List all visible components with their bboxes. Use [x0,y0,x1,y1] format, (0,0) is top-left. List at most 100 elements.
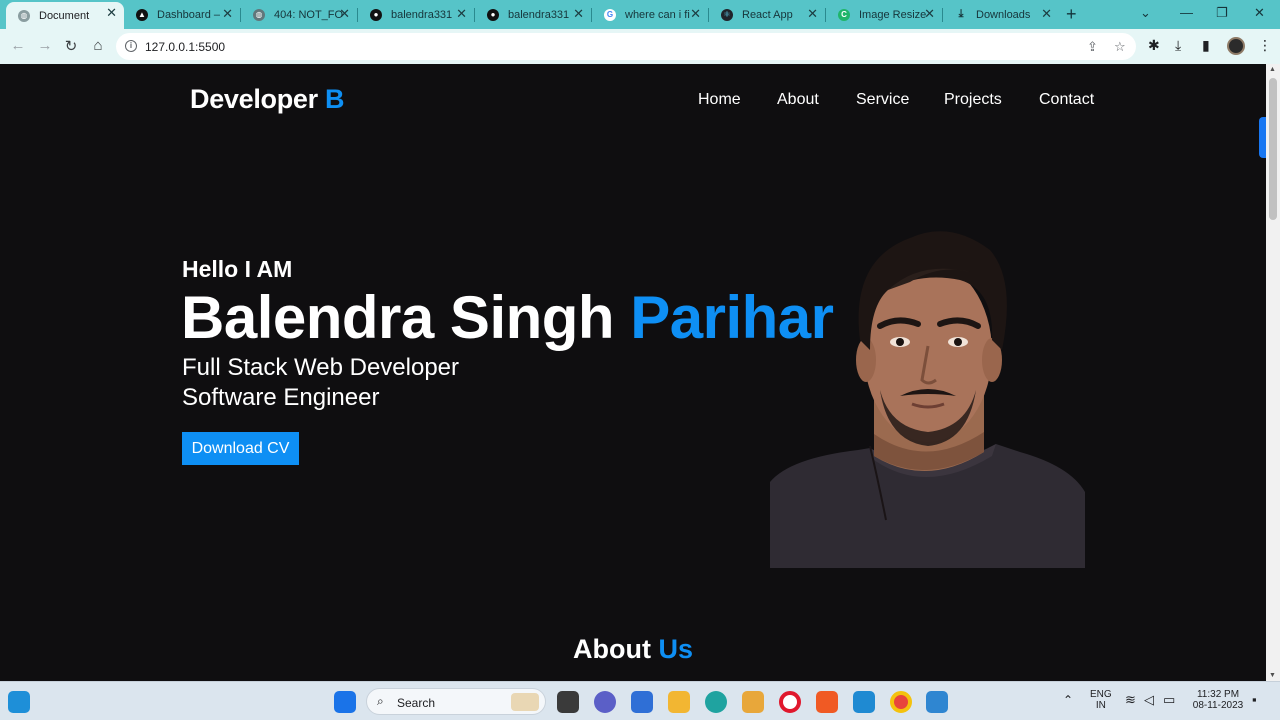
tab-react-app[interactable]: ⚛ React App ✕ [709,3,825,26]
share-icon[interactable]: ⇪ [1087,39,1098,55]
c-logo-icon: C [838,8,850,21]
hero-role: Full Stack Web Developer [182,354,460,381]
site-info-icon[interactable]: i [125,40,137,52]
github-icon: ● [370,8,382,21]
tab-google-search[interactable]: G where can i fi ✕ [592,3,708,26]
search-icon: ⌕ [377,694,384,708]
globe-icon: ◍ [18,9,30,22]
close-icon[interactable]: ✕ [222,6,233,22]
reload-icon[interactable]: ↻ [62,37,80,55]
start-windows-icon[interactable] [334,691,356,713]
taskbar-search-box[interactable]: ⌕ Search [366,688,546,715]
window-close-icon[interactable]: ✕ [1254,5,1265,21]
photos-icon[interactable] [926,691,948,713]
tab-search-icon[interactable]: ⌄ [1140,5,1151,21]
hero-role: Software Engineer [182,384,380,411]
task-view-icon[interactable] [557,691,579,713]
tab-title: React App [742,8,793,21]
download-cv-button[interactable]: Download CV [182,432,299,465]
browser-tab-strip: ◍ Document ✕ ▲ Dashboard – ✕ ◍ 404: NOT_… [0,0,1280,29]
address-bar[interactable]: i 127.0.0.1:5500 ⇪ ☆ [116,33,1136,60]
tab-title: Document [39,9,90,22]
hero-name-main: Balendra Singh [181,284,631,351]
extensions-icon[interactable]: ✱ [1148,37,1160,54]
close-icon[interactable]: ✕ [456,6,467,22]
tab-404[interactable]: ◍ 404: NOT_FO ✕ [241,3,357,26]
volume-icon[interactable]: ◁ [1144,692,1154,708]
tab-dashboard[interactable]: ▲ Dashboard – ✕ [124,3,240,26]
profile-avatar[interactable] [1227,37,1245,55]
react-icon: ⚛ [721,8,733,21]
tray-chevron-icon[interactable]: ⌃ [1063,693,1073,707]
tab-title: balendra331 [508,8,570,21]
minimize-icon[interactable]: — [1180,5,1193,20]
tab-github-1[interactable]: ● balendra331 ✕ [358,3,474,26]
tab-image-resize[interactable]: C Image Resize ✕ [826,3,942,26]
windows-taskbar: ⌕ Search ⌃ ENG IN ≋ ◁ ▭ 11:32 PM 08-11-2… [0,681,1280,720]
search-highlight-icon [511,693,539,711]
folder-app-icon[interactable] [742,691,764,713]
clock[interactable]: 11:32 PM 08-11-2023 [1190,689,1246,711]
home-icon[interactable]: ⌂ [89,37,107,54]
about-heading-main: About [573,634,659,664]
github-icon: ● [487,8,499,21]
hero-name: Balendra Singh Parihar [181,283,834,352]
google-icon: G [604,8,616,21]
url-text[interactable]: 127.0.0.1:5500 [145,40,225,54]
chrome-icon[interactable] [890,691,912,713]
close-icon[interactable]: ✕ [106,5,117,21]
opera-icon[interactable] [779,691,801,713]
about-heading-accent: Us [658,634,693,664]
browser-toolbar: ← → ↻ ⌂ i 127.0.0.1:5500 ⇪ ☆ ✱ ⤓ ▮ ⋮ [0,29,1280,64]
chat-icon[interactable] [594,691,616,713]
scroll-up-arrow-icon[interactable]: ▲ [1269,66,1276,73]
nav-projects[interactable]: Projects [944,91,1002,109]
close-icon[interactable]: ✕ [1041,6,1052,22]
tab-downloads[interactable]: ⤓ Downloads ✕ [943,3,1059,26]
tab-title: Image Resize [859,8,927,21]
search-label: Search [397,696,436,710]
file-explorer-icon[interactable] [668,691,690,713]
input-language[interactable]: ENG IN [1090,689,1112,711]
close-icon[interactable]: ✕ [573,6,584,22]
edge-browser-icon[interactable] [705,691,727,713]
profile-photo [770,231,1085,568]
new-tab-icon[interactable]: + [1066,4,1077,25]
tab-github-2[interactable]: ● balendra331 ✕ [475,3,591,26]
download-icon: ⤓ [958,8,964,20]
close-icon[interactable]: ✕ [690,6,701,22]
maximize-icon[interactable]: ❐ [1216,5,1228,21]
nav-about[interactable]: About [777,91,819,109]
store-icon[interactable] [631,691,653,713]
close-icon[interactable]: ✕ [924,6,935,22]
battery-icon[interactable]: ▭ [1163,692,1175,708]
nav-home[interactable]: Home [698,91,741,109]
vscode-icon[interactable] [853,691,875,713]
tab-title: where can i fi [625,8,690,21]
downloads-icon[interactable]: ⤓ [1175,37,1181,54]
webpage-viewport: Developer B Home About Service Projects … [0,64,1266,681]
nav-service[interactable]: Service [856,91,909,109]
tab-document[interactable]: ◍ Document ✕ [6,2,124,29]
close-icon[interactable]: ✕ [807,6,818,22]
back-icon[interactable]: ← [9,37,27,54]
widgets-icon[interactable] [8,691,30,713]
tab-title: Dashboard – [157,8,220,21]
brave-icon[interactable] [816,691,838,713]
menu-icon[interactable]: ⋮ [1258,37,1272,54]
region-code: IN [1095,700,1106,711]
scrollbar-thumb[interactable] [1269,78,1277,220]
site-brand-logo[interactable]: Developer B [190,84,345,115]
wifi-icon[interactable]: ≋ [1125,692,1136,708]
triangle-logo-icon: ▲ [136,8,148,21]
tab-title: balendra331 [391,8,453,21]
forward-icon[interactable]: → [36,37,54,54]
notification-icon[interactable]: ▪ [1252,692,1257,707]
scroll-down-arrow-icon[interactable]: ▼ [1269,672,1276,679]
page-scrollbar[interactable]: ▲ ▼ [1266,64,1280,681]
nav-contact[interactable]: Contact [1039,91,1094,109]
bookmark-star-icon[interactable]: ☆ [1114,39,1126,55]
side-panel-icon[interactable]: ▮ [1202,37,1210,54]
close-icon[interactable]: ✕ [339,6,350,22]
language-code: ENG [1090,689,1112,700]
